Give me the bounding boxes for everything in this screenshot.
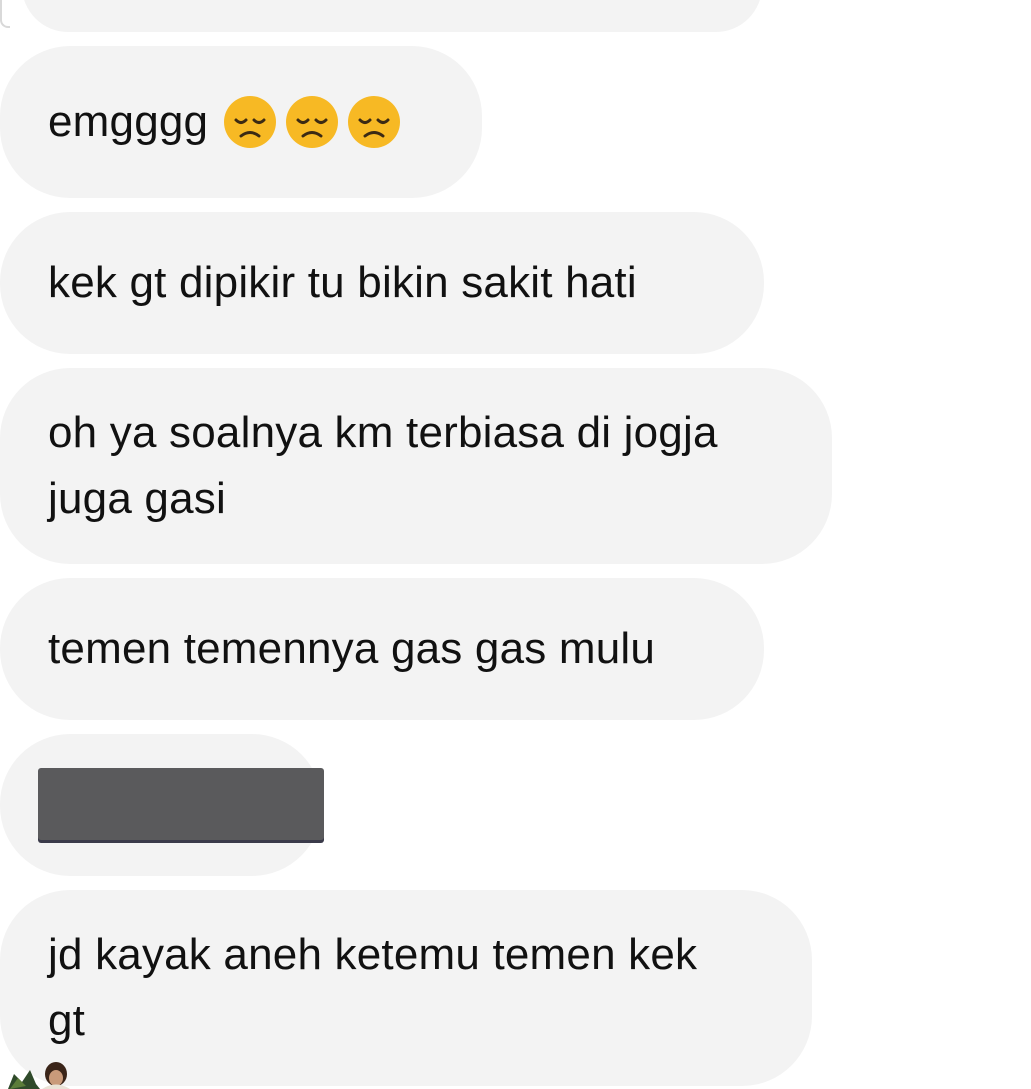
disappointed-face-icon xyxy=(348,96,401,148)
message-bubble-clipped xyxy=(22,0,762,32)
message-text: oh ya soalnya km terbiasa di jogja juga … xyxy=(48,408,718,523)
message-text: kek gt dipikir tu bikin sakit hati xyxy=(48,258,637,307)
emoji-group xyxy=(222,94,402,150)
avatar[interactable] xyxy=(0,1056,74,1089)
message-bubble[interactable]: kek gt dipikir tu bikin sakit hati xyxy=(0,212,764,354)
message-text: jd kayak aneh ketemu temen kek gt xyxy=(48,930,698,1045)
message-bubble[interactable]: oh ya soalnya km terbiasa di jogja juga … xyxy=(0,368,832,564)
message-text: temen temennya gas gas mulu xyxy=(48,624,656,673)
disappointed-face-icon xyxy=(286,96,339,148)
disappointed-face-icon xyxy=(224,96,277,148)
scroll-indicator xyxy=(0,0,10,28)
message-bubble[interactable]: jd kayak aneh ketemu temen kek gt xyxy=(0,890,812,1086)
avatar-image xyxy=(8,1062,70,1089)
redaction-block xyxy=(38,768,324,840)
message-bubble[interactable]: emgggg xyxy=(0,46,482,198)
message-text: emgggg xyxy=(48,97,209,146)
message-bubble[interactable]: temen temennya gas gas mulu xyxy=(0,578,764,720)
